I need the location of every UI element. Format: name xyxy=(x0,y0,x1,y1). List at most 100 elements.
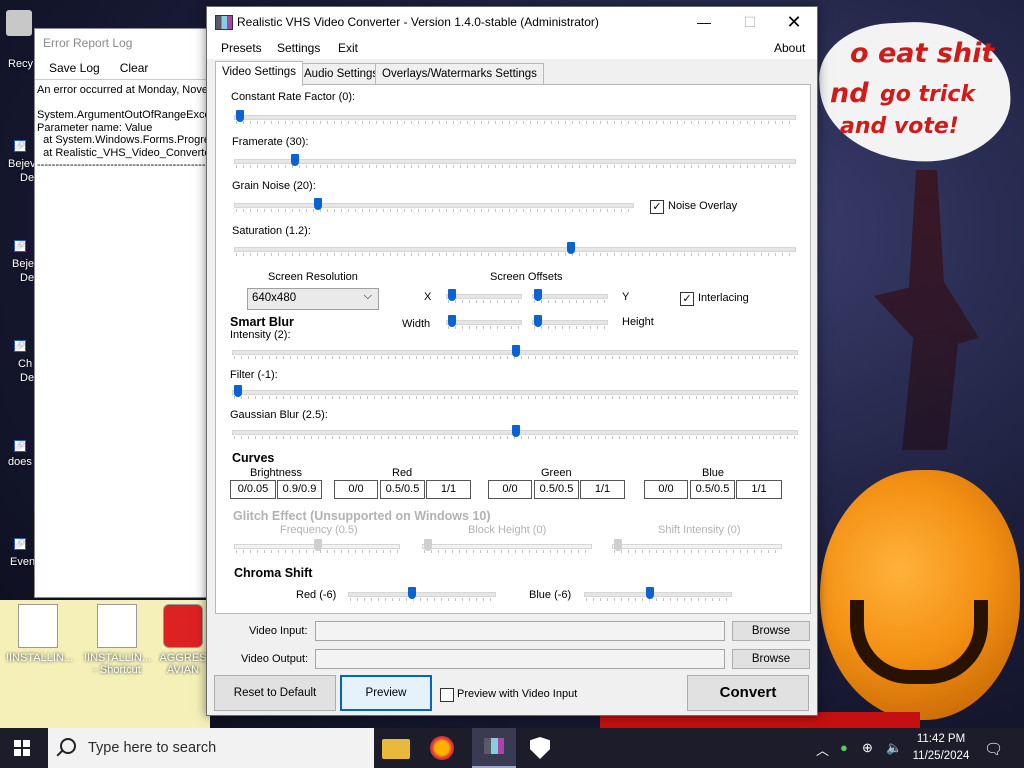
gaussian-blur-slider[interactable] xyxy=(232,425,798,439)
desktop-icon-label[interactable]: De xyxy=(20,272,34,284)
brightness-point-2[interactable]: 0.9/0.9 xyxy=(277,480,322,499)
slider-thumb[interactable] xyxy=(567,242,576,254)
desktop-icon-label[interactable]: Ch xyxy=(18,358,32,370)
offset-width-slider[interactable] xyxy=(446,315,522,329)
maximize-icon[interactable]: ☐ xyxy=(727,7,773,37)
firefox-icon[interactable] xyxy=(430,736,454,760)
slider-thumb[interactable] xyxy=(534,315,542,327)
slider-thumb[interactable] xyxy=(512,425,520,437)
filter-label: Filter (-1): xyxy=(230,369,278,381)
windows-start-icon[interactable] xyxy=(14,740,30,756)
desktop-icon-installer-shortcut[interactable]: !INSTALLIN... - Shortcut xyxy=(84,604,151,676)
green-point-3[interactable]: 1/1 xyxy=(580,480,625,499)
slider-thumb[interactable] xyxy=(448,315,456,327)
tab-audio-settings[interactable]: Audio Settings xyxy=(297,63,386,84)
browse-input-button[interactable]: Browse xyxy=(732,621,810,641)
security-shield-icon[interactable] xyxy=(530,737,550,759)
browse-output-button[interactable]: Browse xyxy=(732,649,810,669)
recycle-bin-icon[interactable] xyxy=(6,10,32,36)
blue-point-2[interactable]: 0.5/0.5 xyxy=(690,480,735,499)
menu-bar: Presets Settings Exit About xyxy=(207,37,817,59)
taskbar-search-box[interactable]: Type here to search xyxy=(48,728,374,768)
saturation-slider[interactable] xyxy=(234,242,796,256)
offset-x-slider[interactable] xyxy=(446,289,522,303)
blue-point-3[interactable]: 1/1 xyxy=(736,480,782,499)
slider-thumb[interactable] xyxy=(534,289,542,301)
title-bar[interactable]: Realistic VHS Video Converter - Version … xyxy=(207,7,817,37)
reset-to-default-button[interactable]: Reset to Default xyxy=(214,675,336,711)
video-input-label: Video Input: xyxy=(249,625,308,637)
chroma-blue-slider[interactable] xyxy=(584,587,732,601)
desktop-icon-label[interactable]: Bejev xyxy=(8,158,36,170)
red-point-3[interactable]: 1/1 xyxy=(426,480,471,499)
vhs-converter-window[interactable]: Realistic VHS Video Converter - Version … xyxy=(206,6,818,716)
taskbar-clock[interactable]: 11:42 PM 11/25/2024 xyxy=(910,731,972,765)
preview-with-input-checkbox[interactable] xyxy=(440,688,454,702)
brightness-point-1[interactable]: 0/0.05 xyxy=(230,480,276,499)
volume-icon[interactable]: 🔈 xyxy=(886,740,902,756)
notification-icon[interactable]: 🗨 xyxy=(984,740,1003,758)
error-report-window[interactable]: Error Report Log Save Log Clear An error… xyxy=(34,28,222,598)
preview-with-input-label: Preview with Video Input xyxy=(457,688,578,700)
slider-track xyxy=(234,203,634,208)
screen-resolution-select[interactable]: 640x480 ⌵ xyxy=(247,288,379,310)
chroma-red-slider[interactable] xyxy=(348,587,496,601)
convert-button[interactable]: Convert xyxy=(687,675,809,711)
slider-ticks xyxy=(236,165,794,168)
red-point-1[interactable]: 0/0 xyxy=(334,480,378,499)
slider-thumb[interactable] xyxy=(448,289,456,301)
tab-overlays-watermarks[interactable]: Overlays/Watermarks Settings xyxy=(375,63,544,84)
network-globe-icon[interactable]: ⊕ xyxy=(862,740,873,756)
angry-bird-icon xyxy=(163,604,203,648)
intensity-slider[interactable] xyxy=(232,345,798,359)
desktop-icon-label[interactable]: Recy xyxy=(8,58,33,70)
desktop-icon-label[interactable]: does xyxy=(8,456,32,468)
interlacing-checkbox[interactable]: ✓ xyxy=(680,292,694,306)
chevron-up-icon[interactable]: ︿ xyxy=(816,740,829,759)
file-explorer-icon[interactable] xyxy=(382,739,410,759)
clear-log-button[interactable]: Clear xyxy=(120,61,149,75)
red-point-2[interactable]: 0.5/0.5 xyxy=(380,480,425,499)
menu-about[interactable]: About xyxy=(774,41,805,55)
video-output-field[interactable] xyxy=(315,649,725,669)
desktop-icon-label[interactable]: Beje xyxy=(12,258,34,270)
video-input-field[interactable] xyxy=(315,621,725,641)
slider-thumb[interactable] xyxy=(408,587,416,599)
preview-button[interactable]: Preview xyxy=(340,675,432,711)
framerate-slider[interactable] xyxy=(234,154,796,168)
tab-video-settings[interactable]: Video Settings xyxy=(215,61,303,86)
taskbar-vhs-converter[interactable] xyxy=(472,728,516,768)
curves-brightness-label: Brightness xyxy=(250,467,302,479)
offset-y-slider[interactable] xyxy=(532,289,608,303)
slider-thumb[interactable] xyxy=(234,385,242,397)
user-status-icon[interactable]: ● xyxy=(840,740,848,755)
desktop-icon-angry-birds[interactable]: AGGRES AVIAN xyxy=(158,604,208,676)
minimize-icon[interactable]: — xyxy=(681,7,727,37)
error-report-text[interactable]: An error occurred at Monday, Novem Syste… xyxy=(35,79,221,588)
desktop-icon-label[interactable]: Even xyxy=(10,556,35,568)
menu-presets[interactable]: Presets xyxy=(221,41,262,55)
offset-height-slider[interactable] xyxy=(532,315,608,329)
desktop-icon-label[interactable]: De xyxy=(20,172,34,184)
wallpaper-text-3: and vote! xyxy=(840,114,959,139)
slider-thumb[interactable] xyxy=(512,345,520,357)
desktop-icon-label[interactable]: De xyxy=(20,372,34,384)
grain-noise-slider[interactable] xyxy=(234,198,634,212)
desktop-icon-installer[interactable]: !INSTALLIN... xyxy=(6,604,73,664)
noise-overlay-checkbox[interactable]: ✓ xyxy=(650,200,664,214)
slider-thumb[interactable] xyxy=(291,154,300,166)
video-settings-panel: Constant Rate Factor (0): Framerate (30)… xyxy=(215,84,811,614)
crf-slider[interactable] xyxy=(234,110,796,124)
menu-settings[interactable]: Settings xyxy=(277,41,320,55)
slider-thumb[interactable] xyxy=(314,198,322,210)
smart-blur-heading: Smart Blur xyxy=(230,315,294,329)
close-icon[interactable]: ✕ xyxy=(771,7,817,37)
slider-thumb[interactable] xyxy=(236,110,244,122)
filter-slider[interactable] xyxy=(232,385,798,399)
green-point-1[interactable]: 0/0 xyxy=(488,480,532,499)
slider-thumb[interactable] xyxy=(646,587,654,599)
blue-point-1[interactable]: 0/0 xyxy=(644,480,688,499)
menu-exit[interactable]: Exit xyxy=(338,41,358,55)
green-point-2[interactable]: 0.5/0.5 xyxy=(534,480,579,499)
save-log-button[interactable]: Save Log xyxy=(49,61,100,75)
